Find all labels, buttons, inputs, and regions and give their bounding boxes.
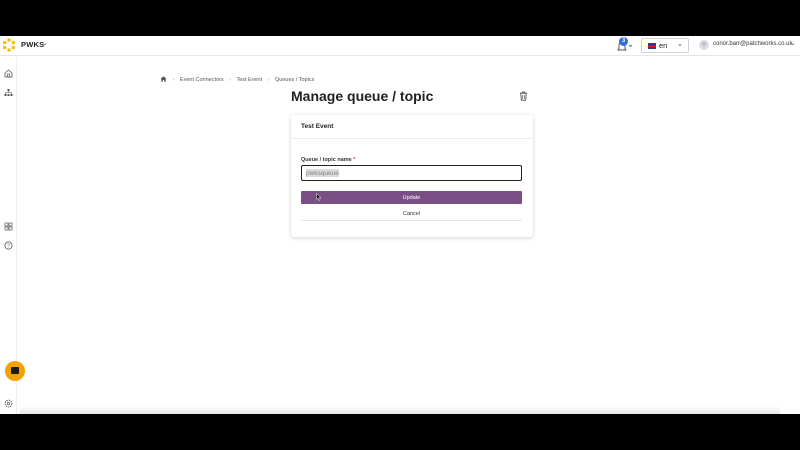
chevron-down-icon: ⌄ xyxy=(677,41,683,48)
breadcrumb-test-event[interactable]: Test Event xyxy=(236,77,262,83)
chevron-down-icon[interactable]: ⌄ xyxy=(42,39,48,47)
card-title: Test Event xyxy=(301,123,334,130)
required-mark: * xyxy=(353,157,356,163)
breadcrumb-separator: › xyxy=(229,77,231,83)
app-window: PWKS ⌄ 3 en ⌄ conor.barr@patchworks.co.u… xyxy=(0,36,800,414)
bottom-shadow xyxy=(20,406,780,414)
cancel-button[interactable]: Cancel xyxy=(301,207,522,221)
queue-name-label-text: Queue / topic name xyxy=(301,157,352,163)
breadcrumb: › Event Connectors › Test Event › Queues… xyxy=(160,76,314,83)
breadcrumb-separator: › xyxy=(172,77,175,83)
divider xyxy=(291,138,533,139)
delete-trash-icon[interactable] xyxy=(519,91,528,101)
queue-name-label: Queue / topic name * xyxy=(301,157,355,163)
svg-text:?: ? xyxy=(7,243,10,249)
chevron-down-icon[interactable]: ⌄ xyxy=(790,39,796,47)
org-name[interactable]: PWKS xyxy=(21,40,44,49)
patchworks-logo-icon[interactable] xyxy=(2,38,16,52)
notification-count-badge: 3 xyxy=(619,37,628,46)
breadcrumb-event-connectors[interactable]: Event Connectors xyxy=(180,77,224,83)
grid-apps-icon[interactable] xyxy=(4,222,13,231)
page-title: Manage queue / topic xyxy=(291,88,434,104)
top-bar: PWKS ⌄ 3 en ⌄ conor.barr@patchworks.co.u… xyxy=(0,36,800,56)
settings-gear-icon[interactable] xyxy=(4,399,13,408)
language-value: en xyxy=(659,41,668,50)
language-select[interactable]: en ⌄ xyxy=(641,38,689,53)
help-icon[interactable]: ? xyxy=(4,241,13,250)
home-icon[interactable] xyxy=(160,76,167,82)
queue-form-card: Test Event Queue / topic name * Update C… xyxy=(291,115,533,237)
dashboard-icon[interactable] xyxy=(4,69,13,78)
avatar[interactable] xyxy=(699,40,709,50)
breadcrumb-queues-topics[interactable]: Queues / Topics xyxy=(275,77,314,83)
update-button[interactable]: Update xyxy=(301,191,522,204)
chat-support-icon[interactable] xyxy=(5,361,25,381)
mouse-cursor-icon xyxy=(316,193,322,201)
breadcrumb-separator: › xyxy=(267,77,270,83)
hierarchy-icon[interactable] xyxy=(4,88,13,97)
user-email[interactable]: conor.barr@patchworks.co.uk xyxy=(713,41,792,47)
uk-flag-icon xyxy=(648,43,656,49)
text-selection-highlight xyxy=(306,169,339,177)
